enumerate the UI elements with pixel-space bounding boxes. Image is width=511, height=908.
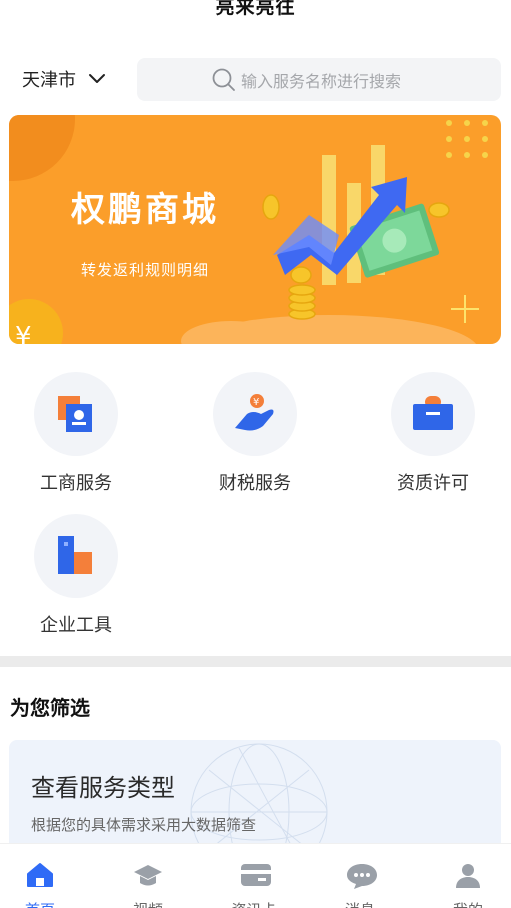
service-icon-wrap bbox=[34, 372, 118, 456]
tab-label: 首页 bbox=[0, 899, 90, 908]
user-icon bbox=[456, 864, 480, 888]
chevron-down-icon bbox=[89, 74, 105, 83]
chat-icon bbox=[347, 864, 377, 889]
service-tools[interactable]: 企业工具 bbox=[6, 514, 146, 637]
search-icon bbox=[212, 68, 235, 91]
banner-title: 权鹏商城 bbox=[71, 190, 219, 230]
service-label: 资质许可 bbox=[397, 473, 469, 494]
section-title: 为您筛选 bbox=[10, 696, 90, 720]
app-title: 亮来亮往 bbox=[215, 0, 296, 18]
tab-label: 资讯卡 bbox=[204, 899, 304, 908]
search-input[interactable]: 输入服务名称进行搜索 bbox=[137, 58, 501, 101]
app-title-bar: 亮来亮往 bbox=[0, 0, 511, 32]
promo-banner[interactable]: ¥ 权鹏商城 转发返利规则明细 bbox=[9, 115, 501, 344]
finance-tax-icon: ¥ bbox=[235, 394, 274, 431]
tab-home[interactable]: 首页 bbox=[0, 844, 90, 908]
search-placeholder: 输入服务名称进行搜索 bbox=[241, 71, 402, 91]
top-bar: 天津市 输入服务名称进行搜索 bbox=[0, 58, 511, 102]
service-icon-wrap: ¥ bbox=[213, 372, 297, 456]
business-registration-icon bbox=[58, 396, 92, 432]
city-name: 天津市 bbox=[22, 70, 76, 91]
banner-subtitle: 转发返利规则明细 bbox=[81, 261, 210, 279]
tab-label: 消息 bbox=[310, 899, 410, 908]
tab-cards[interactable]: 资讯卡 bbox=[204, 844, 304, 908]
tab-label: 视频 bbox=[98, 899, 198, 908]
service-icon-wrap bbox=[391, 372, 475, 456]
card-icon bbox=[241, 864, 271, 886]
section-divider bbox=[0, 656, 511, 667]
tab-label: 我的 bbox=[418, 899, 511, 908]
service-type-card[interactable]: 查看服务类型 根据您的具体需求采用大数据筛查 bbox=[9, 740, 501, 850]
bottom-tab-bar: 首页 视频 资讯卡 消息 我的 bbox=[0, 843, 511, 908]
tab-messages[interactable]: 消息 bbox=[310, 844, 410, 908]
home-icon bbox=[27, 863, 53, 887]
service-label: 企业工具 bbox=[40, 615, 112, 636]
city-selector[interactable]: 天津市 bbox=[22, 66, 106, 92]
service-finance-tax[interactable]: ¥ 财税服务 bbox=[185, 372, 325, 495]
enterprise-tools-icon bbox=[58, 536, 92, 574]
card-title: 查看服务类型 bbox=[31, 774, 175, 802]
service-label: 财税服务 bbox=[219, 473, 291, 494]
service-label: 工商服务 bbox=[40, 473, 112, 494]
service-business[interactable]: 工商服务 bbox=[6, 372, 146, 495]
service-license[interactable]: 资质许可 bbox=[363, 372, 503, 495]
tab-profile[interactable]: 我的 bbox=[418, 844, 511, 908]
tab-video[interactable]: 视频 bbox=[98, 844, 198, 908]
card-subtitle: 根据您的具体需求采用大数据筛查 bbox=[31, 816, 257, 834]
svg-text:¥: ¥ bbox=[15, 322, 32, 344]
service-icon-wrap bbox=[34, 514, 118, 598]
license-briefcase-icon bbox=[413, 396, 453, 430]
svg-text:¥: ¥ bbox=[253, 397, 259, 408]
graduation-cap-icon bbox=[134, 865, 162, 886]
